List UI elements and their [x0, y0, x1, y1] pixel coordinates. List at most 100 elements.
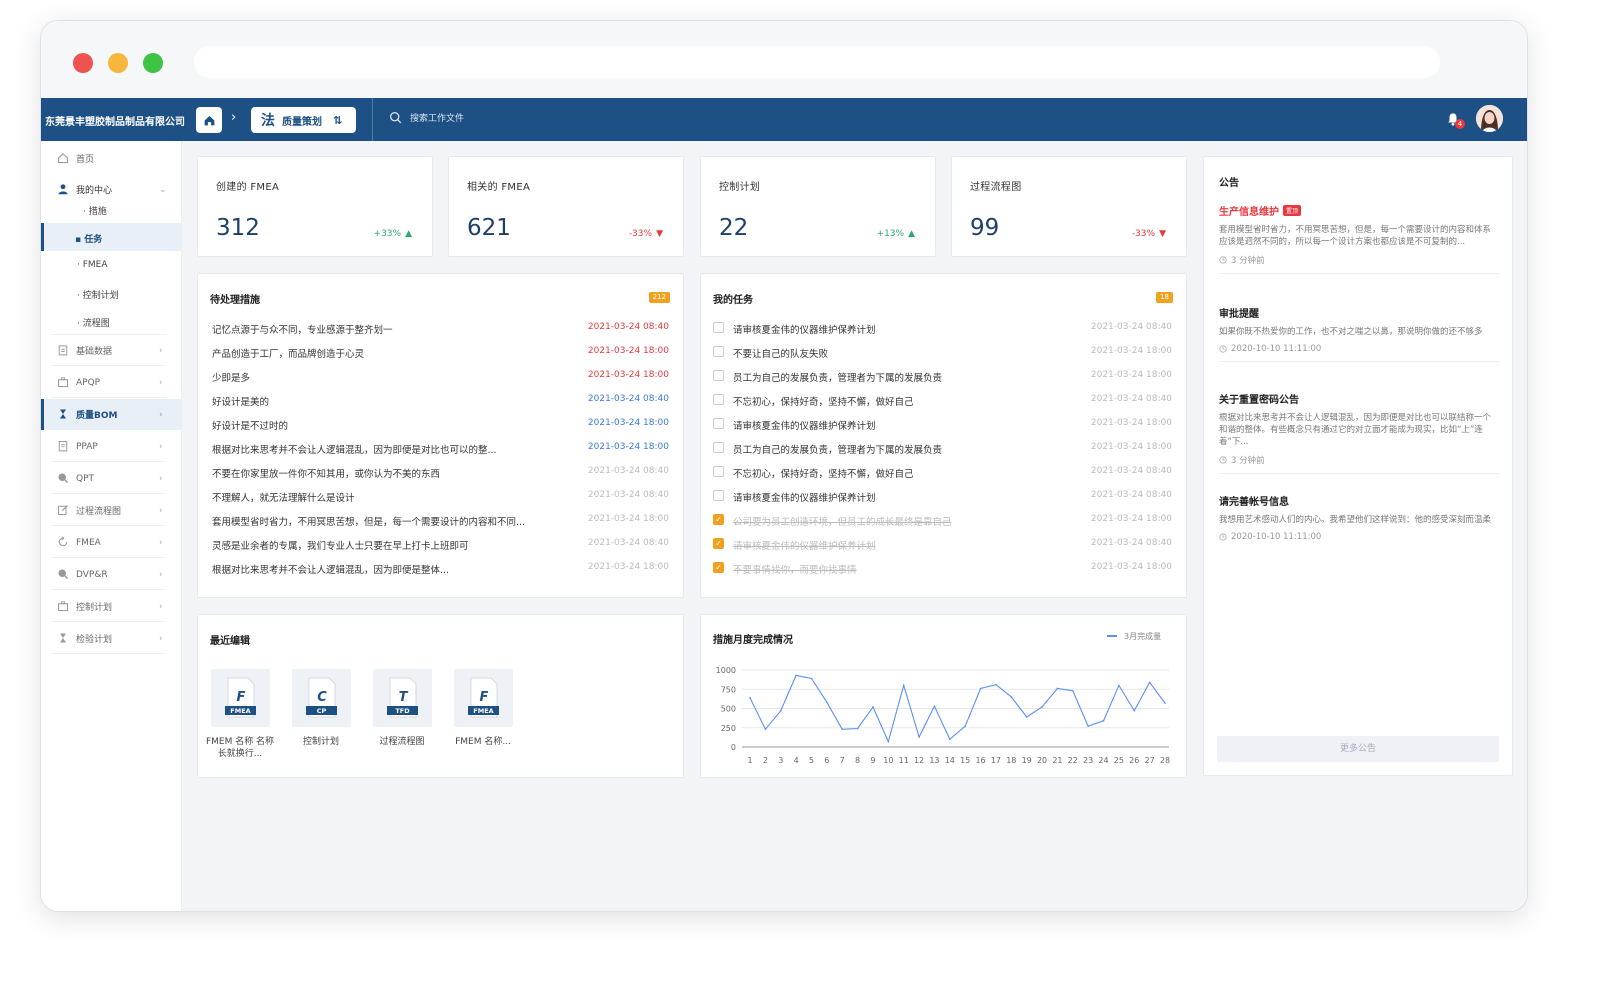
kpi-card-control-plan[interactable]: 控制计划 22 +13% ▲: [700, 156, 936, 257]
sidebar-subitem-control-plan[interactable]: · 控制计划: [41, 279, 182, 307]
pending-measure-row[interactable]: 记忆点源于与众不同，专业感源于整齐划一 2021-03-24 08:40: [212, 316, 669, 340]
pending-measure-row[interactable]: 好设计是美的 2021-03-24 08:40: [212, 388, 669, 412]
clock-icon: [1219, 533, 1227, 541]
task-text: 不忘初心，保持好奇，坚持不懈，做好自己: [733, 469, 914, 480]
sidebar-item-fmea[interactable]: FMEA ›: [41, 527, 182, 558]
sidebar-item-apqp[interactable]: APQP ›: [41, 367, 182, 398]
more-notices-button[interactable]: 更多公告: [1217, 736, 1499, 762]
notice-item[interactable]: 关于重置密码公告 根据对比来思考并不会让人逻辑混乱，因为即便是对比也可以联结称一个…: [1219, 391, 1499, 474]
kpi-card-related-fmea[interactable]: 相关的 FMEA 621 -33% ▼: [448, 156, 684, 257]
task-checkbox[interactable]: ✓: [713, 562, 724, 573]
notice-item[interactable]: 审批提醒 如果你既不热爱你的工作，也不对之嗤之以鼻，那说明你做的还不够多 2020-…: [1219, 305, 1499, 362]
recent-file[interactable]: T TFD 过程流程图: [367, 669, 437, 748]
task-text: 请审核夏金伟的仪器维护保养计划: [733, 325, 876, 336]
pending-measure-row[interactable]: 不理解人，就无法理解什么是设计 2021-03-24 08:40: [212, 484, 669, 508]
task-row[interactable]: 不忘初心，保持好奇，坚持不懈，做好自己 2021-03-24 08:40: [713, 388, 1172, 412]
task-row[interactable]: 不要让自己的队友失败 2021-03-24 18:00: [713, 340, 1172, 364]
pending-measure-row[interactable]: 套用模型省时省力，不用冥思苦想，但是，每一个需要设计的内容和不同... 2021-…: [212, 508, 669, 532]
count-badge: 212: [648, 292, 670, 303]
task-row[interactable]: ✓ 不要事情找你，而要你找事情 2021-03-24 18:00: [713, 556, 1172, 580]
chevron-right-icon: ›: [159, 409, 163, 420]
svg-text:FMEA: FMEA: [230, 707, 250, 715]
pending-measure-row[interactable]: 根据对比来思考并不会让人逻辑混乱，因为即便是整体... 2021-03-24 18…: [212, 556, 669, 580]
sidebar-item-quality-bom[interactable]: 质量BOM ›: [41, 399, 182, 430]
sidebar-label: 基础数据: [76, 347, 113, 357]
task-row[interactable]: ✓ 公司要为员工创造环境，但员工的成长最终是靠自己 2021-03-24 18:00: [713, 508, 1172, 532]
task-checkbox[interactable]: [713, 490, 724, 501]
task-checkbox[interactable]: [713, 394, 724, 405]
sidebar-item-dvpr[interactable]: DVP&R ›: [41, 559, 182, 590]
clock-icon: [1219, 456, 1227, 464]
file-name: FMEM 名称 名称长就换行...: [205, 737, 275, 759]
pending-measure-row[interactable]: 少即是多 2021-03-24 18:00: [212, 364, 669, 388]
module-switcher[interactable]: 法 质量策划 ⇅: [251, 107, 356, 133]
data-point: [826, 701, 828, 704]
chevron-right-icon: ›: [159, 377, 163, 388]
divider: [372, 98, 373, 141]
recent-file[interactable]: F FMEA FMEM 名称...: [448, 669, 518, 748]
sidebar-label: QPT: [76, 473, 95, 484]
task-row[interactable]: 不忘初心，保持好奇，坚持不懈，做好自己 2021-03-24 08:40: [713, 460, 1172, 484]
task-checkbox[interactable]: ✓: [713, 538, 724, 549]
recent-file[interactable]: C CP 控制计划: [286, 669, 356, 748]
x-tick-label: 25: [1114, 756, 1124, 765]
sidebar-item-home[interactable]: 首页: [41, 143, 182, 174]
home-button[interactable]: [196, 107, 222, 133]
maximize-window-button[interactable]: [143, 53, 163, 73]
triangle-down-icon: ▼: [1159, 229, 1166, 239]
pending-measure-row[interactable]: 好设计是不过时的 2021-03-24 18:00: [212, 412, 669, 436]
sidebar-subitem-flowchart[interactable]: · 流程图: [41, 307, 182, 335]
data-point: [872, 706, 874, 708]
minimize-window-button[interactable]: [108, 53, 128, 73]
measure-time: 2021-03-24 08:40: [587, 394, 669, 404]
line-chart: 025050075010001 2 3 4 5 6 7 8 9 10 11 12 13 14 15 16 17 1…: [716, 631, 1170, 765]
pending-measure-row[interactable]: 不要在你家里放一件你不知其用，或你认为不美的东西 2021-03-24 08:40: [212, 460, 669, 484]
chevron-right-icon: ›: [159, 441, 163, 452]
sidebar-item-qpt[interactable]: QPT ›: [41, 463, 182, 494]
task-checkbox[interactable]: [713, 322, 724, 333]
pending-measure-row[interactable]: 灵感是业余者的专属，我们专业人士只要在早上打卡上班即可 2021-03-24 08…: [212, 532, 669, 556]
task-row[interactable]: ✓ 请审核夏金伟的仪器维护保养计划 2021-03-24 08:40: [713, 532, 1172, 556]
notification-badge: 4: [1455, 119, 1465, 129]
notice-time: 3 分钟前: [1231, 456, 1265, 466]
x-tick-label: 16: [975, 756, 985, 765]
task-checkbox[interactable]: [713, 466, 724, 477]
task-time: 2021-03-24 08:40: [1090, 322, 1172, 332]
measure-time: 2021-03-24 08:40: [587, 322, 669, 332]
sidebar-item-control-plan[interactable]: 控制计划 ›: [41, 591, 182, 622]
task-row[interactable]: 员工为自己的发展负责，管理者为下属的发展负责 2021-03-24 18:00: [713, 436, 1172, 460]
task-checkbox[interactable]: [713, 418, 724, 429]
task-text: 公司要为员工创造环境，但员工的成长最终是靠自己: [733, 517, 952, 528]
task-checkbox[interactable]: [713, 370, 724, 381]
pending-measure-row[interactable]: 产品创造于工厂，而品牌创造于心灵 2021-03-24 18:00: [212, 340, 669, 364]
sidebar-subitem-fmea[interactable]: · FMEA: [41, 251, 182, 279]
task-row[interactable]: 请审核夏金伟的仪器维护保养计划 2021-03-24 18:00: [713, 412, 1172, 436]
kpi-card-process-flow[interactable]: 过程流程图 99 -33% ▼: [951, 156, 1187, 257]
kpi-card-created-fmea[interactable]: 创建的 FMEA 312 +33% ▲: [197, 156, 433, 257]
sidebar-subitem-tasks[interactable]: ▪ 任务: [41, 223, 182, 251]
company-name: 东莞景丰塑胶制品制品有限公司: [45, 117, 185, 128]
sidebar-subitem-measures[interactable]: · 措施: [41, 195, 182, 223]
task-row[interactable]: 请审核夏金伟的仪器维护保养计划 2021-03-24 08:40: [713, 484, 1172, 508]
search-input[interactable]: 搜索工作文件: [389, 111, 464, 124]
x-tick-label: 18: [1006, 756, 1016, 765]
sidebar-item-base-data[interactable]: 基础数据 ›: [41, 335, 182, 366]
task-text: 员工为自己的发展负责，管理者为下属的发展负责: [733, 445, 943, 456]
task-row[interactable]: 员工为自己的发展负责，管理者为下属的发展负责 2021-03-24 18:00: [713, 364, 1172, 388]
notice-item[interactable]: 生产信息维护 置顶 套用模型省时省力，不用冥思苦想，但是，每一个需要设计的内容和体系…: [1219, 203, 1499, 274]
recent-file[interactable]: F FMEA FMEM 名称 名称长就换行...: [205, 669, 275, 760]
notice-title: 请完善帐号信息: [1219, 497, 1289, 508]
notice-item[interactable]: 请完善帐号信息 我想用艺术感动人们的内心。我希望他们这样说到：他的感受深刻而温柔 2…: [1219, 493, 1499, 542]
task-checkbox[interactable]: [713, 346, 724, 357]
pending-measure-row[interactable]: 根据对比来思考并不会让人逻辑混乱，因为即便是对比也可以的整... 2021-03-…: [212, 436, 669, 460]
sidebar-item-inspection-plan[interactable]: 检验计划 ›: [41, 623, 182, 654]
task-checkbox[interactable]: ✓: [713, 514, 724, 525]
task-checkbox[interactable]: [713, 442, 724, 453]
sidebar-item-process-flow[interactable]: 过程流程图 ›: [41, 495, 182, 526]
avatar[interactable]: [1476, 105, 1503, 132]
task-row[interactable]: 请审核夏金伟的仪器维护保养计划 2021-03-24 08:40: [713, 316, 1172, 340]
browser-window: 东莞景丰塑胶制品制品有限公司 › 法 质量策划 ⇅ 搜索工作文件 4 首页 我的…: [40, 20, 1528, 912]
close-window-button[interactable]: [73, 53, 93, 73]
address-bar[interactable]: [194, 46, 1440, 78]
sidebar-item-ppap[interactable]: PPAP ›: [41, 431, 182, 462]
